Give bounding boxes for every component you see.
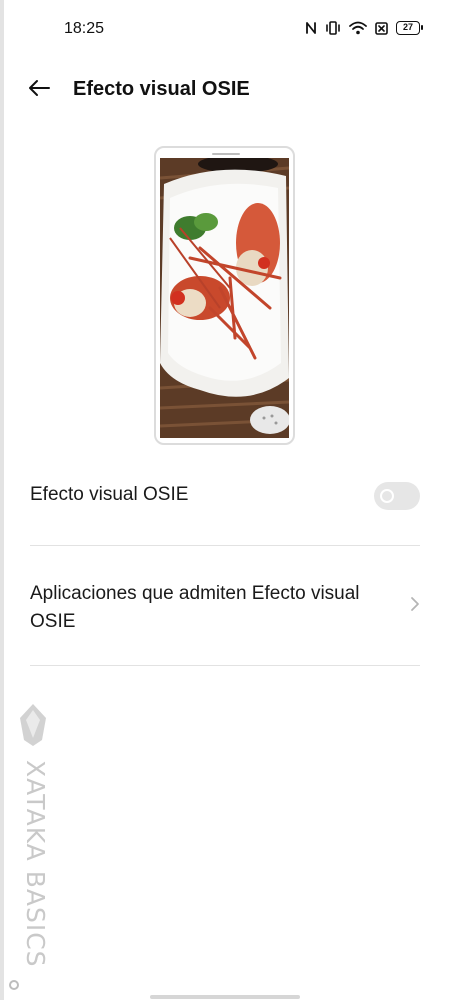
vibrate-icon — [325, 21, 341, 35]
supported-apps-row[interactable]: Aplicaciones que admiten Efecto visual O… — [30, 572, 420, 642]
nfc-icon — [305, 21, 317, 35]
header: Efecto visual OSIE — [0, 64, 450, 116]
supported-apps-label: Aplicaciones que admiten Efecto visual O… — [30, 583, 360, 632]
preview-image — [160, 158, 289, 438]
chevron-right-icon — [410, 596, 420, 617]
watermark-logo — [18, 702, 48, 753]
preview-speaker — [212, 153, 240, 155]
preview-phone-frame — [154, 146, 295, 445]
watermark: XATAKA BASICS — [14, 700, 54, 970]
osie-toggle-label: Efecto visual OSIE — [30, 484, 189, 505]
battery-icon: 27 — [396, 21, 423, 35]
toggle-knob — [380, 489, 394, 503]
status-time: 18:25 — [64, 20, 105, 37]
left-edge-rule — [0, 0, 4, 1000]
sim-off-icon — [375, 21, 388, 35]
wifi-icon — [349, 21, 367, 35]
arrow-left-icon — [28, 79, 50, 102]
home-indicator[interactable] — [150, 995, 300, 999]
back-button[interactable] — [22, 74, 56, 106]
osie-toggle-row[interactable]: Efecto visual OSIE — [30, 470, 420, 522]
page-title: Efecto visual OSIE — [73, 78, 250, 100]
status-bar: 18:25 27 — [0, 0, 450, 60]
status-icons: 27 — [305, 21, 423, 35]
osie-toggle-switch[interactable] — [374, 482, 420, 510]
divider — [30, 665, 420, 666]
watermark-dot — [9, 980, 19, 990]
watermark-text: XATAKA BASICS — [21, 760, 50, 968]
divider — [30, 545, 420, 546]
